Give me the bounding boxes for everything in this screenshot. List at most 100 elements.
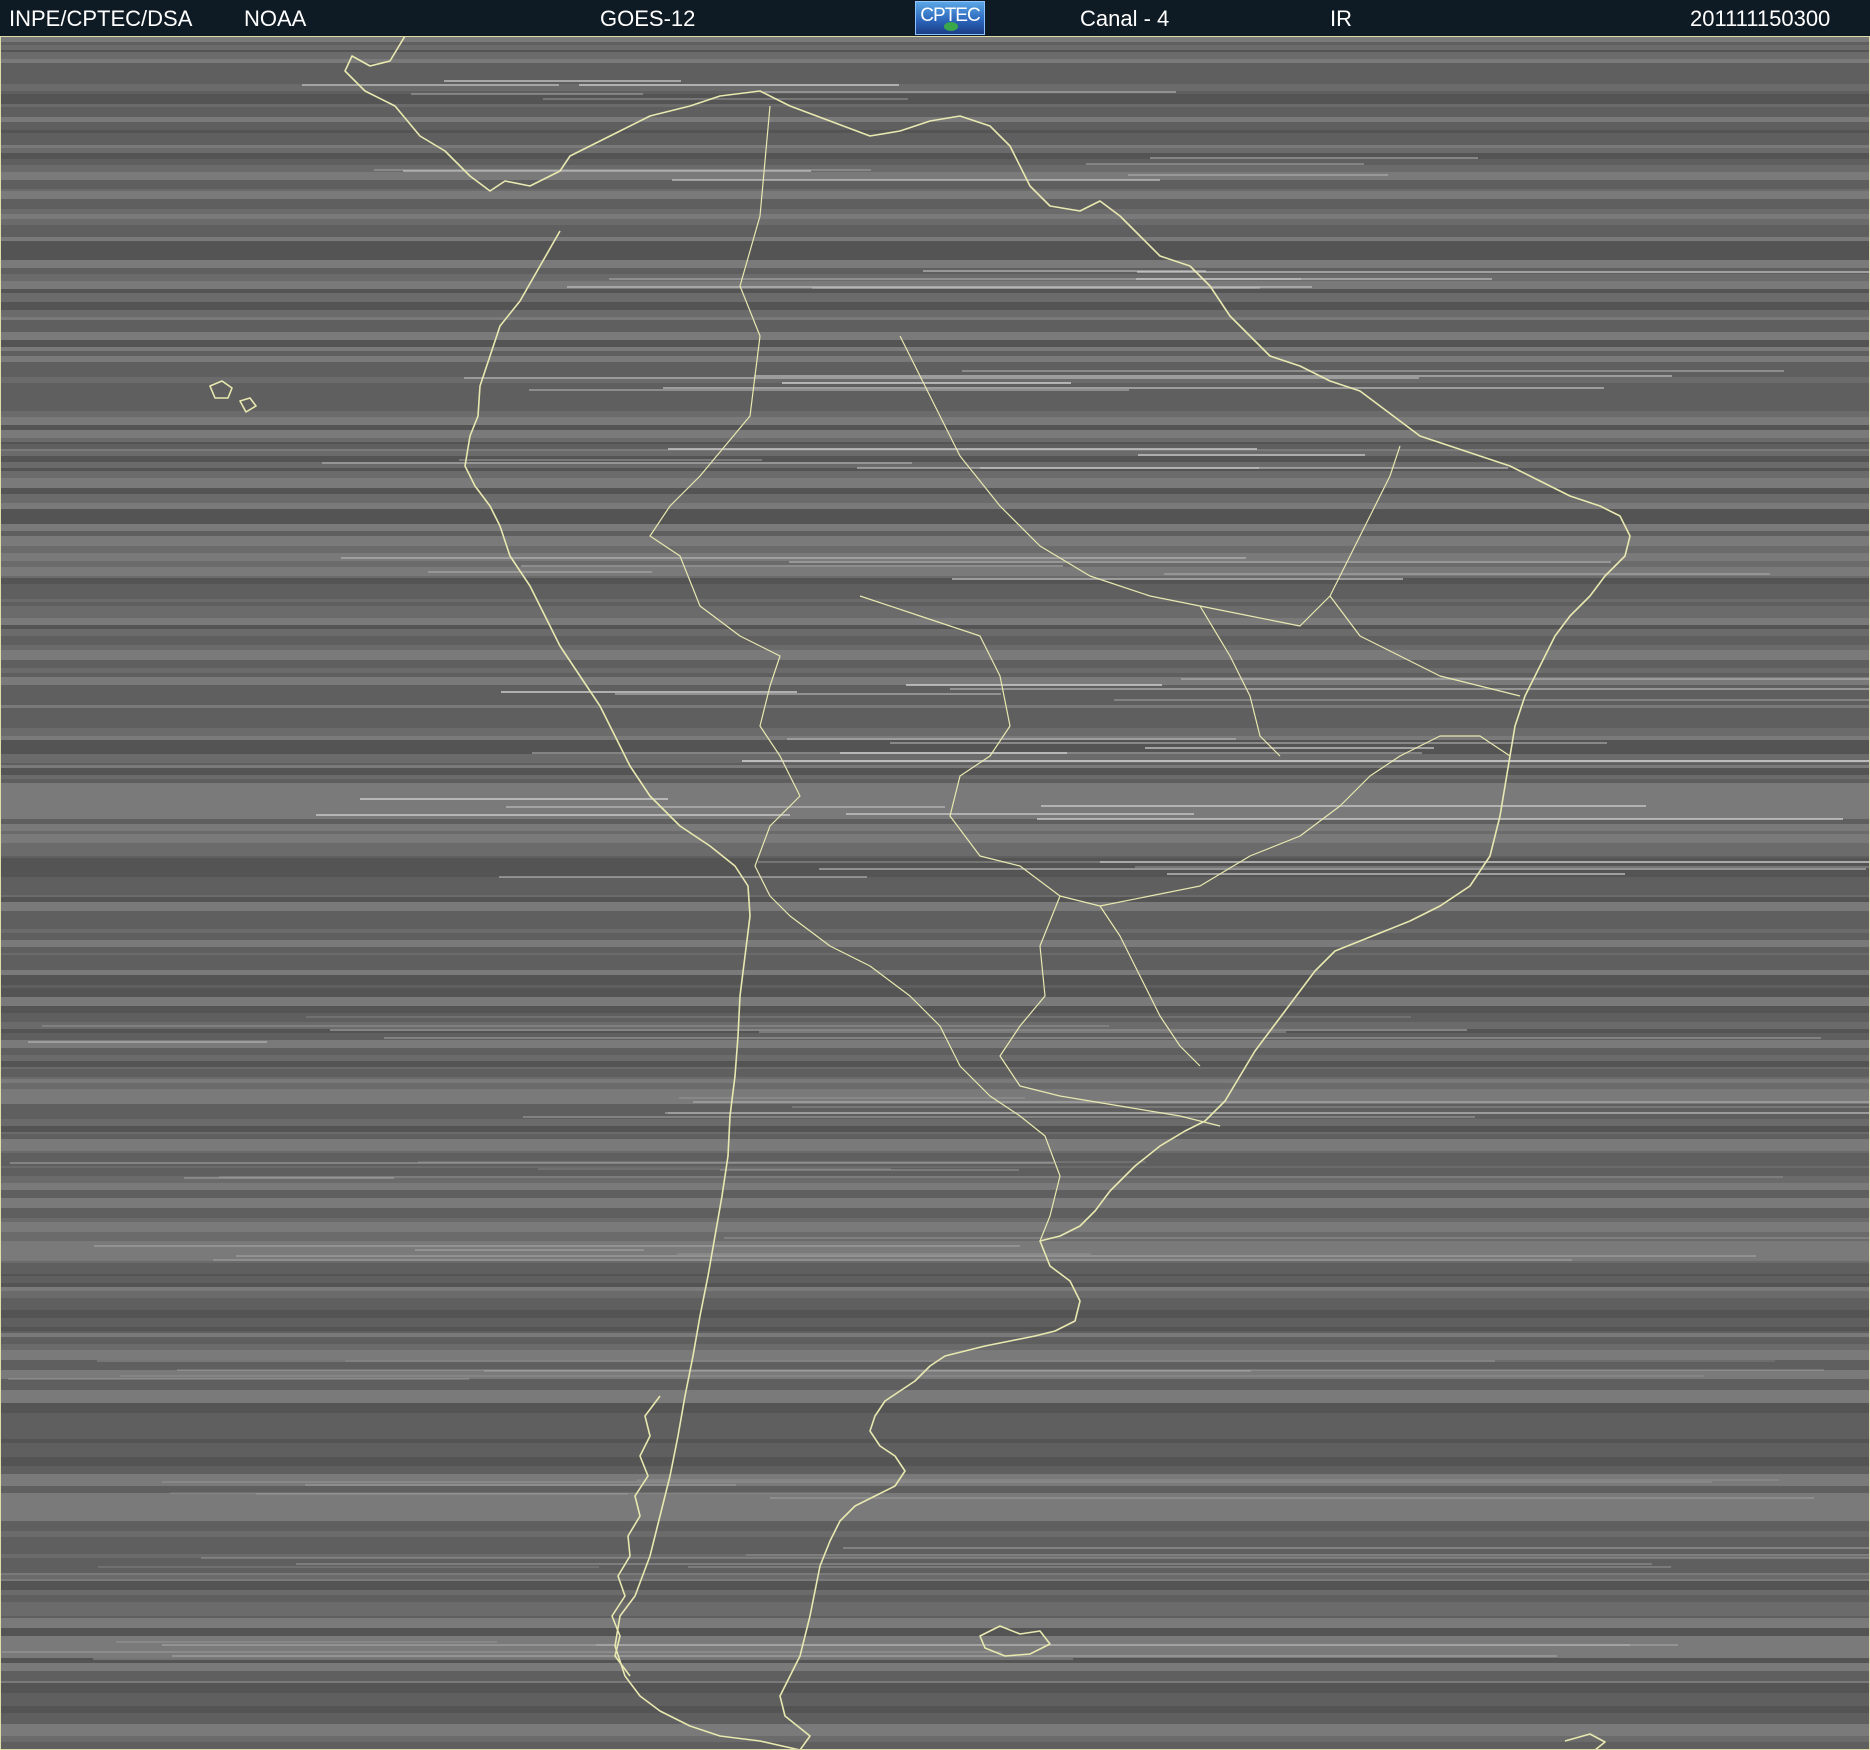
scanline bbox=[0, 107, 1870, 117]
logo-swoosh-icon bbox=[944, 22, 958, 31]
scanline bbox=[0, 636, 1870, 645]
scanline bbox=[0, 668, 1870, 673]
scanline bbox=[0, 302, 1870, 304]
scanline bbox=[0, 1183, 1870, 1185]
scanline bbox=[0, 1612, 1870, 1616]
scanline bbox=[0, 1268, 1870, 1274]
scanline bbox=[0, 723, 1870, 728]
scanline bbox=[0, 94, 1870, 104]
scanline bbox=[0, 122, 1870, 130]
band-label: IR bbox=[1330, 6, 1352, 31]
cloud-streak bbox=[219, 1176, 1783, 1178]
scanline bbox=[0, 471, 1870, 478]
scanline bbox=[0, 139, 1870, 145]
scanline bbox=[0, 849, 1870, 856]
scanline bbox=[0, 1616, 1870, 1618]
scanline bbox=[0, 1119, 1870, 1126]
scanline bbox=[0, 1071, 1870, 1074]
cloud-streak bbox=[742, 760, 1870, 762]
scanline bbox=[0, 1736, 1870, 1742]
cloud-streak bbox=[763, 91, 1176, 93]
cloud-streak bbox=[98, 1566, 599, 1568]
scanline bbox=[0, 356, 1870, 362]
scanline bbox=[0, 1055, 1870, 1061]
cloud-streak bbox=[1128, 174, 1388, 176]
scanline bbox=[0, 430, 1870, 438]
scanline bbox=[0, 779, 1870, 783]
scanline bbox=[0, 975, 1870, 985]
scanline bbox=[0, 76, 1870, 84]
scanline bbox=[0, 1466, 1870, 1474]
scanline bbox=[0, 1276, 1870, 1283]
cloud-streak bbox=[302, 84, 559, 86]
scanline bbox=[0, 425, 1870, 430]
scanline bbox=[0, 165, 1870, 172]
cloud-streak bbox=[184, 1177, 394, 1179]
scanline bbox=[0, 1185, 1870, 1190]
scanline bbox=[0, 1671, 1870, 1681]
scanline bbox=[0, 417, 1870, 419]
scanline bbox=[0, 438, 1870, 442]
scanline bbox=[0, 1134, 1870, 1139]
cloud-streak bbox=[341, 557, 1246, 559]
cloud-streak bbox=[330, 1029, 1467, 1031]
cloud-streak bbox=[857, 467, 1508, 469]
scanline bbox=[0, 52, 1870, 59]
scanline bbox=[0, 1218, 1870, 1222]
scanline bbox=[0, 189, 1870, 191]
scanline bbox=[0, 1387, 1870, 1390]
cloud-streak bbox=[677, 1253, 1091, 1255]
scanline bbox=[0, 1132, 1870, 1134]
cloud-streak bbox=[484, 1370, 1251, 1372]
scanline bbox=[0, 1291, 1870, 1298]
scanline bbox=[0, 768, 1870, 775]
cloud-streak bbox=[345, 1360, 1775, 1362]
scanline bbox=[0, 1551, 1870, 1554]
cloud-streak bbox=[499, 876, 867, 878]
scanline bbox=[0, 1153, 1870, 1161]
scanline bbox=[0, 1390, 1870, 1396]
cloud-streak bbox=[172, 1655, 1557, 1657]
scanline bbox=[0, 929, 1870, 933]
scanline bbox=[0, 629, 1870, 636]
scanline bbox=[0, 599, 1870, 602]
cloud-streak bbox=[1181, 678, 1870, 680]
scanline bbox=[0, 225, 1870, 229]
scanline bbox=[0, 1573, 1870, 1575]
cloud-streak bbox=[8, 1378, 469, 1380]
cloud-streak bbox=[615, 693, 1001, 695]
scanline bbox=[0, 159, 1870, 165]
scanline bbox=[0, 824, 1870, 831]
scanline bbox=[0, 578, 1870, 584]
scanline bbox=[0, 332, 1870, 340]
cloud-streak bbox=[162, 1481, 1712, 1483]
scanline bbox=[0, 1403, 1870, 1413]
scanline bbox=[0, 662, 1870, 668]
scanline bbox=[0, 362, 1870, 371]
scanline bbox=[0, 1006, 1870, 1013]
scanline bbox=[0, 172, 1870, 180]
scanline bbox=[0, 36, 1870, 42]
scanline bbox=[0, 1724, 1870, 1727]
cloud-streak bbox=[42, 1025, 1109, 1027]
cloud-streak bbox=[754, 375, 1672, 377]
cloud-streak bbox=[322, 462, 912, 464]
cloud-streak bbox=[672, 179, 1160, 181]
scanline bbox=[0, 616, 1870, 618]
cloud-streak bbox=[724, 1237, 1870, 1239]
scanline bbox=[0, 509, 1870, 518]
scanline bbox=[0, 961, 1870, 968]
scanline bbox=[0, 1457, 1870, 1466]
cloud-streak bbox=[663, 387, 1604, 389]
scanline bbox=[0, 606, 1870, 616]
scanline bbox=[0, 1327, 1870, 1331]
cloud-streak bbox=[668, 448, 1257, 450]
scanline bbox=[0, 1283, 1870, 1287]
cloud-streak bbox=[236, 1255, 1756, 1257]
scanline bbox=[0, 1208, 1870, 1218]
scanline bbox=[0, 793, 1870, 802]
scanline bbox=[0, 304, 1870, 310]
cloud-streak bbox=[543, 98, 908, 100]
scanline bbox=[0, 1139, 1870, 1148]
scanline bbox=[0, 660, 1870, 662]
